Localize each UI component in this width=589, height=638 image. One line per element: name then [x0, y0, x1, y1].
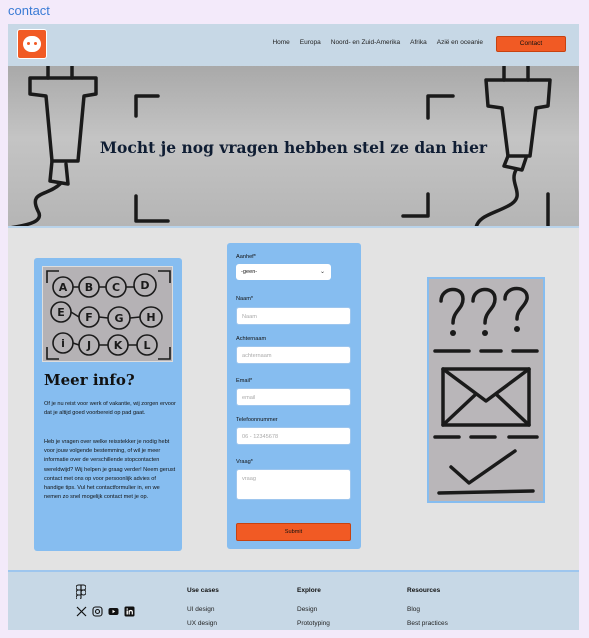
info-paragraph-1: Of je nu reist voor werk of vakantie, wi…: [44, 401, 176, 417]
contact-button[interactable]: Contact: [496, 36, 566, 52]
site-header: Home Europa Noord- en Zuid-Amerika Afrik…: [8, 24, 579, 66]
telefoon-label: Telefoonnummer: [236, 417, 278, 423]
plug-socket-icon: [23, 36, 41, 52]
footer-col-use-cases: Use cases UI design UX design: [187, 587, 219, 630]
email-input[interactable]: email: [236, 388, 351, 406]
info-card: A B C D E F G H i J K L Meer info? Of je nu reist…: [34, 258, 182, 551]
footer-col-explore: Explore Design Prototyping: [297, 587, 330, 630]
svg-text:D: D: [140, 279, 149, 292]
letters-illustration: A B C D E F G H i J K L: [42, 266, 173, 362]
info-paragraph-2: Heb je vragen over welke reisstekker je …: [44, 439, 176, 501]
nav-item-azie[interactable]: Azië en oceanie: [437, 39, 483, 46]
svg-text:H: H: [146, 311, 155, 324]
svg-text:K: K: [114, 339, 123, 352]
svg-text:J: J: [86, 339, 91, 352]
linkedin-icon[interactable]: [124, 606, 135, 617]
social-links: [76, 606, 135, 617]
svg-text:G: G: [114, 312, 123, 325]
nav-item-amerika[interactable]: Noord- en Zuid-Amerika: [331, 39, 400, 46]
footer-link[interactable]: Blog: [407, 606, 448, 613]
vraag-label: Vraag*: [236, 459, 253, 465]
footer-link[interactable]: Design: [297, 606, 330, 613]
achternaam-label: Achternaam: [236, 336, 267, 342]
x-icon[interactable]: [76, 606, 87, 617]
chevron-down-icon: ⌄: [319, 269, 325, 275]
hero-title: Mocht je nog vragen hebben stel ze dan h…: [99, 138, 488, 157]
achternaam-input[interactable]: achternaam: [236, 346, 351, 364]
footer-heading: Explore: [297, 587, 321, 594]
svg-text:E: E: [57, 306, 65, 319]
svg-text:i: i: [61, 337, 65, 350]
aanhef-select[interactable]: -geen- ⌄: [236, 264, 331, 280]
instagram-icon[interactable]: [92, 606, 103, 617]
svg-text:A: A: [59, 281, 68, 294]
footer-link[interactable]: UI design: [187, 606, 219, 613]
telefoon-input[interactable]: 06 - 12345678: [236, 427, 351, 445]
page-frame: Home Europa Noord- en Zuid-Amerika Afrik…: [8, 24, 579, 630]
questions-illustration: [427, 277, 545, 503]
footer-heading: Resources: [407, 587, 441, 594]
aanhef-label: Aanhef*: [236, 254, 256, 260]
main-nav: Home Europa Noord- en Zuid-Amerika Afrik…: [272, 39, 483, 46]
footer-heading: Use cases: [187, 587, 219, 594]
naam-input[interactable]: Naam: [236, 307, 351, 325]
email-label: Email*: [236, 378, 253, 384]
footer-link[interactable]: Best practices: [407, 620, 448, 627]
submit-button[interactable]: Submit: [236, 523, 351, 541]
nav-item-europa[interactable]: Europa: [300, 39, 321, 46]
footer-link[interactable]: Prototyping: [297, 620, 330, 627]
site-footer: Use cases UI design UX design Explore De…: [8, 570, 579, 630]
nav-item-afrika[interactable]: Afrika: [410, 39, 427, 46]
logo[interactable]: [17, 29, 47, 59]
hero-banner: Mocht je nog vragen hebben stel ze dan h…: [8, 66, 579, 228]
info-title: Meer info?: [44, 371, 135, 389]
page-label: contact: [8, 3, 50, 18]
nav-item-home[interactable]: Home: [272, 39, 289, 46]
contact-form: Aanhef* -geen- ⌄ Naam* Naam Achternaam a…: [227, 243, 361, 549]
footer-col-resources: Resources Blog Best practices: [407, 587, 448, 630]
svg-text:L: L: [143, 339, 150, 352]
aanhef-value: -geen-: [241, 269, 258, 275]
svg-text:F: F: [85, 311, 93, 324]
footer-link[interactable]: UX design: [187, 620, 219, 627]
svg-text:C: C: [112, 281, 120, 294]
youtube-icon[interactable]: [108, 606, 119, 617]
naam-label: Naam*: [236, 296, 254, 302]
svg-text:B: B: [85, 281, 93, 294]
vraag-textarea[interactable]: vraag: [236, 469, 351, 500]
figma-icon[interactable]: [76, 584, 86, 599]
